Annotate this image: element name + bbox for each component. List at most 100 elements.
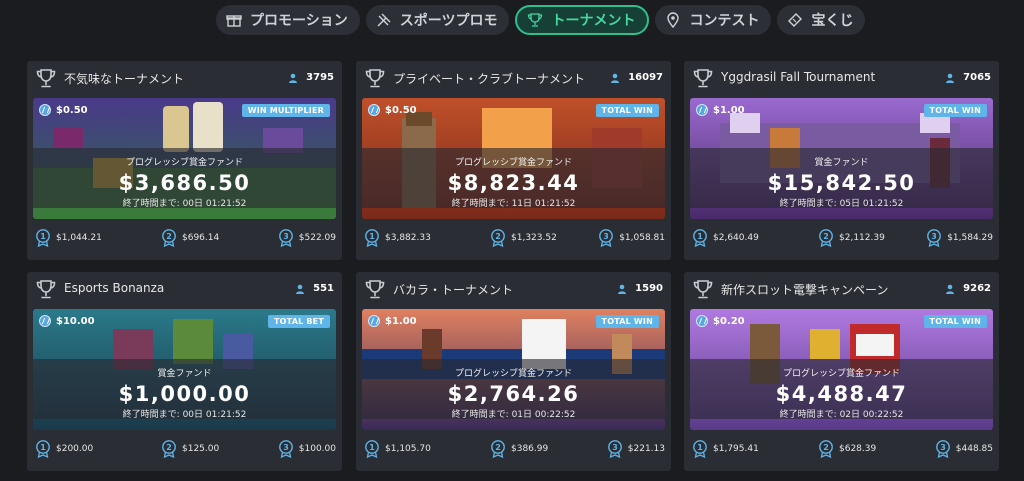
tab-tournament[interactable]: トーナメント [515, 5, 650, 35]
medal-2-icon: 2 [490, 440, 506, 459]
player-count-value: 16097 [628, 72, 663, 83]
prize-2: 2 $696.14 [161, 229, 219, 248]
svg-text:3: 3 [283, 443, 289, 452]
coin-icon [696, 104, 708, 116]
tournament-card[interactable]: バカラ・トーナメント 1590 $1.00 TOTAL WIN プログレッシブ賞… [356, 272, 671, 471]
tab-promotion[interactable]: プロモーション [216, 5, 360, 35]
tab-label: トーナメント [551, 13, 636, 29]
fund-label: プログレッシブ賞金ファンド [125, 158, 243, 168]
trophy-icon [527, 12, 543, 28]
tournament-card[interactable]: Yggdrasil Fall Tournament 7065 $1.00 TOT… [684, 61, 999, 260]
fund-label: 賞金ファンド [157, 369, 212, 379]
tournament-type-badge: TOTAL BET [268, 315, 330, 328]
medal-3-icon: 3 [926, 229, 942, 248]
medal-2-icon: 2 [161, 440, 177, 459]
prize-1-value: $1,795.41 [713, 444, 759, 454]
prize-3: 3 $522.09 [278, 229, 336, 248]
player-count: 16097 [610, 72, 663, 83]
tournament-banner[interactable]: $0.50 WIN MULTIPLIER プログレッシブ賞金ファンド $3,68… [33, 98, 336, 219]
prize-1: 1 $3,882.33 [364, 229, 431, 248]
tournament-banner[interactable]: $0.20 TOTAL WIN プログレッシブ賞金ファンド $4,488.47 … [690, 309, 993, 430]
prize-list: 1 $1,795.41 2 $628.39 3 $448.85 [692, 440, 993, 460]
medal-1-icon: 1 [35, 440, 51, 459]
tab-contest[interactable]: コンテスト [655, 5, 772, 35]
tab-label: 宝くじ [811, 13, 854, 29]
medal-2-icon: 2 [161, 229, 177, 248]
svg-text:3: 3 [612, 443, 618, 452]
tournament-type-badge: WIN MULTIPLIER [241, 104, 330, 117]
end-days: 11日 [511, 199, 533, 209]
coin-icon [696, 315, 708, 327]
player-count-value: 9262 [963, 283, 991, 294]
end-time: 01:21:52 [862, 199, 904, 209]
tournament-card[interactable]: プライベート・クラブトーナメント 16097 $0.50 TOTAL WIN プ… [356, 61, 671, 260]
tournament-title: 新作スロット電撃キャンペーン [721, 283, 889, 297]
coin-icon [39, 104, 51, 116]
time-remaining: 終了時間まで: 01日 00:22:52 [362, 407, 665, 420]
prize-2-value: $386.99 [511, 444, 549, 454]
tab-sports-promo[interactable]: スポーツプロモ [365, 5, 510, 35]
prize-1-value: $1,044.21 [56, 233, 102, 243]
tournament-banner[interactable]: $0.50 TOTAL WIN プログレッシブ賞金ファンド $8,823.44 … [362, 98, 665, 219]
prize-fund: プログレッシブ賞金ファンド $4,488.47 終了時間まで: 02日 00:2… [690, 359, 993, 420]
prize-1: 1 $1,044.21 [35, 229, 102, 248]
trophy-icon [364, 278, 386, 300]
prize-1-value: $1,105.70 [385, 444, 431, 454]
svg-text:1: 1 [40, 443, 46, 452]
tournament-banner[interactable]: $1.00 TOTAL WIN 賞金ファンド $15,842.50 終了時間まで… [690, 98, 993, 219]
tab-lottery[interactable]: 宝くじ [777, 5, 866, 35]
tournament-card[interactable]: 新作スロット電撃キャンペーン 9262 $0.20 TOTAL WIN プログレ… [684, 272, 999, 471]
stake: $10.00 [39, 315, 95, 327]
user-icon [610, 73, 620, 83]
stake: $0.20 [696, 315, 745, 327]
trophy-icon [35, 67, 57, 89]
card-header: Esports Bonanza 551 [27, 272, 342, 308]
medal-3-icon: 3 [935, 440, 951, 459]
player-count-value: 551 [313, 283, 334, 294]
coin-icon [39, 315, 51, 327]
prize-3: 3 $1,584.29 [926, 229, 993, 248]
stake-value: $0.20 [713, 315, 745, 327]
prize-2: 2 $2,112.39 [818, 229, 885, 248]
card-header: バカラ・トーナメント 1590 [356, 272, 671, 308]
prize-1: 1 $1,105.70 [364, 440, 431, 459]
tournament-card[interactable]: Esports Bonanza 551 $10.00 TOTAL BET 賞金フ… [27, 272, 342, 471]
medal-1-icon: 1 [35, 229, 51, 248]
prize-list: 1 $3,882.33 2 $1,323.52 3 $1,058.81 [364, 229, 665, 249]
tournament-title: プライベート・クラブトーナメント [393, 72, 586, 86]
trophy-icon [692, 67, 714, 89]
tournament-card[interactable]: 不気味なトーナメント 3795 $0.50 WIN MULTIPLIER プログ… [27, 61, 342, 260]
svg-text:1: 1 [40, 232, 46, 241]
tournament-banner[interactable]: $10.00 TOTAL BET 賞金ファンド $1,000.00 終了時間まで… [33, 309, 336, 430]
end-label: 終了時間まで: [779, 410, 837, 420]
stake: $0.50 [39, 104, 88, 116]
time-remaining: 終了時間まで: 00日 01:21:52 [33, 407, 336, 420]
svg-text:2: 2 [823, 443, 829, 452]
svg-text:3: 3 [603, 232, 609, 241]
user-icon [295, 284, 305, 294]
prize-fund: 賞金ファンド $1,000.00 終了時間まで: 00日 01:21:52 [33, 359, 336, 420]
prize-3-value: $522.09 [298, 233, 336, 243]
svg-text:3: 3 [940, 443, 946, 452]
svg-text:1: 1 [697, 232, 703, 241]
tournament-title: Esports Bonanza [64, 281, 165, 295]
player-count-value: 1590 [635, 283, 663, 294]
prize-1: 1 $200.00 [35, 440, 93, 459]
stake-value: $1.00 [713, 104, 745, 116]
stake: $1.00 [696, 104, 745, 116]
prize-3: 3 $100.00 [278, 440, 336, 459]
prize-2: 2 $628.39 [818, 440, 876, 459]
medal-1-icon: 1 [364, 229, 380, 248]
fund-amount: $8,823.44 [447, 171, 580, 195]
end-time: 01:21:52 [534, 199, 576, 209]
tournament-banner[interactable]: $1.00 TOTAL WIN プログレッシブ賞金ファンド $2,764.26 … [362, 309, 665, 430]
card-header: 不気味なトーナメント 3795 [27, 61, 342, 97]
prize-3-value: $100.00 [298, 444, 336, 454]
trophy-icon [364, 67, 386, 89]
tournament-title: 不気味なトーナメント [64, 72, 185, 86]
svg-text:2: 2 [823, 232, 829, 241]
medal-3-icon: 3 [607, 440, 623, 459]
tab-label: プロモーション [250, 13, 348, 29]
tournament-title: バカラ・トーナメント [393, 283, 514, 297]
end-days: 05日 [839, 199, 861, 209]
